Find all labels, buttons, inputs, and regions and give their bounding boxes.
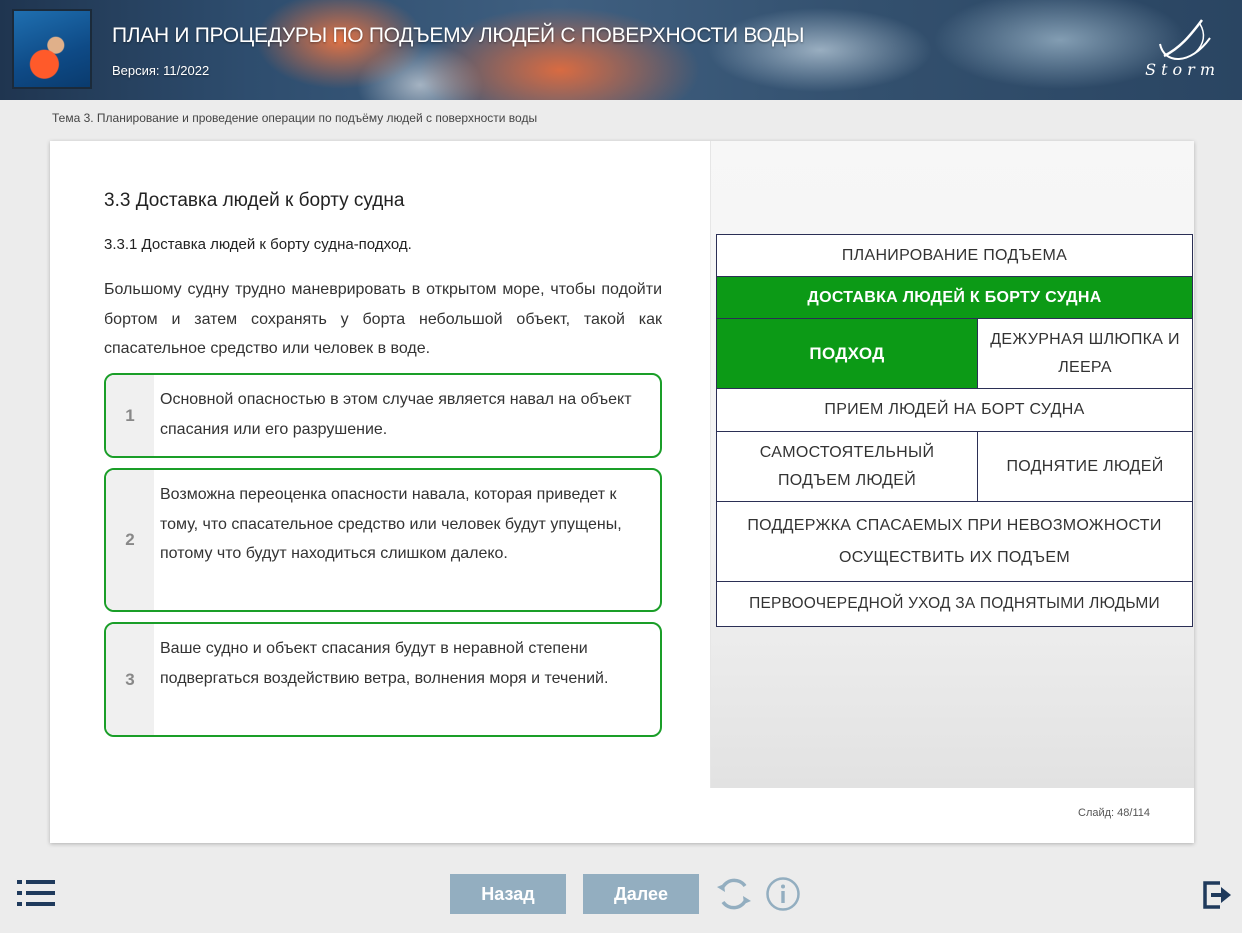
nav-lifting[interactable]: ПОДНЯТИЕ ЛЮДЕЙ — [978, 432, 1192, 501]
slide-content: 3.3 Доставка людей к борту судна 3.3.1 Д… — [50, 141, 710, 843]
card-number: 2 — [106, 470, 154, 610]
info-icon[interactable] — [765, 876, 801, 912]
intro-text: Большому судну трудно маневрировать в от… — [104, 281, 662, 357]
back-button[interactable]: Назад — [450, 874, 566, 914]
exit-icon[interactable] — [1202, 880, 1232, 910]
topic-navigation-table: ПЛАНИРОВАНИЕ ПОДЪЕМА ДОСТАВКА ЛЮДЕЙ К БО… — [716, 234, 1193, 627]
nav-self-lift[interactable]: САМОСТОЯТЕЛЬНЫЙ ПОДЪЕМ ЛЮДЕЙ — [717, 432, 978, 501]
danger-card-2: 2 Возможна переоценка опасности навала, … — [104, 468, 662, 612]
course-thumbnail — [12, 9, 92, 89]
menu-list-icon[interactable] — [17, 880, 55, 906]
card-text: Ваше судно и объект спасания будут в нер… — [160, 640, 609, 687]
course-title: ПЛАН И ПРОЦЕДУРЫ ПО ПОДЪЕМУ ЛЮДЕЙ С ПОВЕ… — [112, 24, 805, 47]
logo-text: Storm — [1145, 60, 1220, 79]
nav-approach[interactable]: ПОДХОД — [717, 319, 978, 388]
refresh-icon[interactable] — [715, 875, 753, 913]
nav-duty-boat[interactable]: ДЕЖУРНАЯ ШЛЮПКА И ЛЕЕРА — [978, 319, 1192, 388]
breadcrumb: Тема 3. Планирование и проведение операц… — [52, 111, 538, 125]
sub-title: 3.3.1 Доставка людей к борту судна-подхо… — [104, 236, 412, 253]
course-version: Версия: 11/2022 — [112, 63, 210, 78]
card-number: 1 — [106, 375, 154, 456]
slide-counter: Слайд: 48/114 — [1078, 807, 1150, 819]
nav-care[interactable]: ПЕРВООЧЕРЕДНОЙ УХОД ЗА ПОДНЯТЫМИ ЛЮДЬМИ — [717, 582, 1192, 626]
nav-planning[interactable]: ПЛАНИРОВАНИЕ ПОДЪЕМА — [717, 235, 1192, 276]
card-text: Основной опасностью в этом случае являет… — [160, 391, 632, 438]
danger-card-1: 1 Основной опасностью в этом случае явля… — [104, 373, 662, 458]
next-button[interactable]: Далее — [583, 874, 699, 914]
danger-card-3: 3 Ваше судно и объект спасания будут в н… — [104, 622, 662, 737]
header-banner: ПЛАН И ПРОЦЕДУРЫ ПО ПОДЪЕМУ ЛЮДЕЙ С ПОВЕ… — [0, 0, 1242, 100]
nav-reception[interactable]: ПРИЕМ ЛЮДЕЙ НА БОРТ СУДНА — [717, 389, 1192, 431]
card-number: 3 — [106, 624, 154, 735]
topic-navigation-panel: ПЛАНИРОВАНИЕ ПОДЪЕМА ДОСТАВКА ЛЮДЕЙ К БО… — [710, 141, 1194, 788]
card-text: Возможна переоценка опасности навала, ко… — [160, 486, 622, 562]
section-title: 3.3 Доставка людей к борту судна — [104, 190, 405, 211]
nav-delivery[interactable]: ДОСТАВКА ЛЮДЕЙ К БОРТУ СУДНА — [717, 277, 1192, 318]
nav-support[interactable]: ПОДДЕРЖКА СПАСАЕМЫХ ПРИ НЕВОЗМОЖНОСТИ ОС… — [717, 502, 1192, 581]
slide-panel: 3.3 Доставка людей к борту судна 3.3.1 Д… — [50, 141, 1194, 843]
